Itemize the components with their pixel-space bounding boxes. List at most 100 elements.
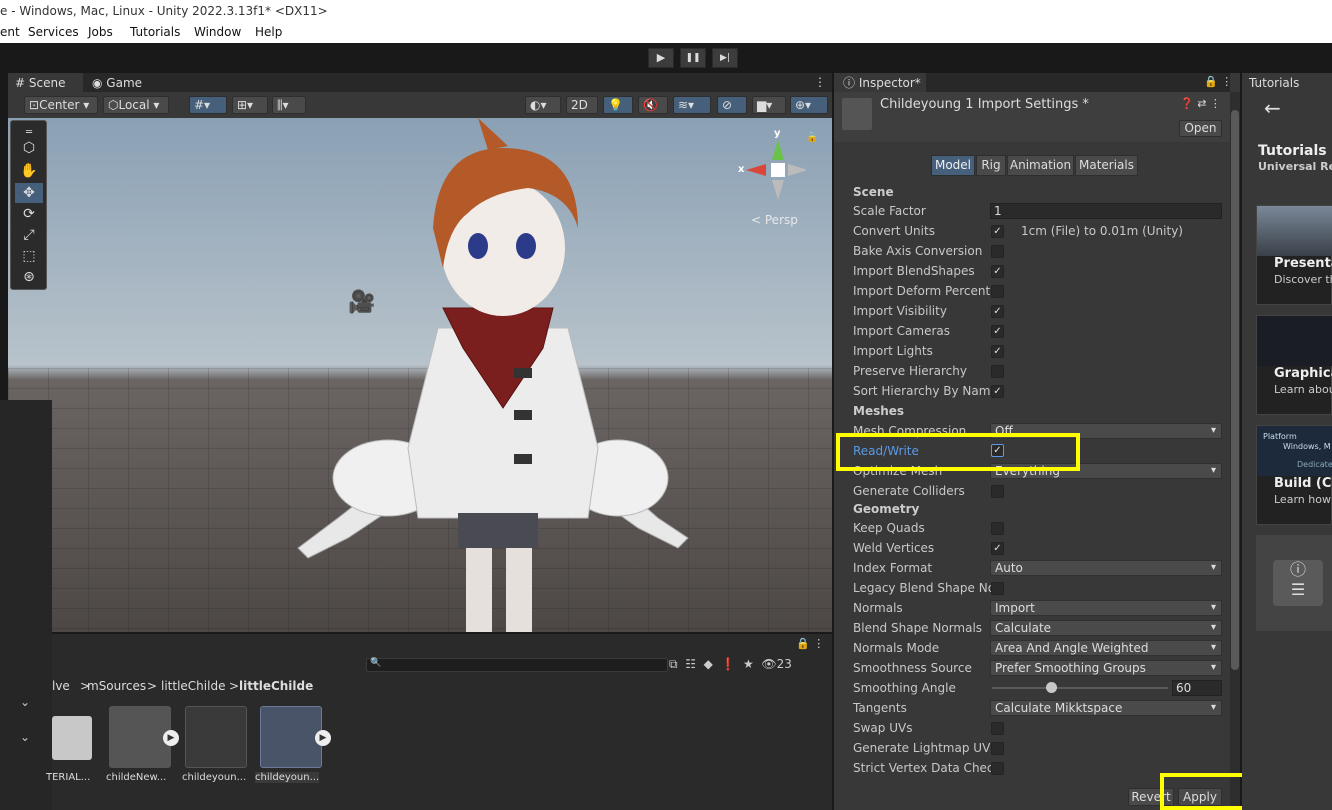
import-blendshapes-checkbox[interactable]: ✓ [991, 265, 1004, 278]
sort-hierarchy-checkbox[interactable]: ✓ [991, 385, 1004, 398]
tab-animation[interactable]: Animation [1007, 155, 1074, 176]
keep-quads-checkbox[interactable] [991, 522, 1004, 535]
breadcrumb-item-2[interactable]: mSources [87, 676, 146, 696]
tab-materials[interactable]: Materials [1075, 155, 1138, 176]
tab-rig[interactable]: Rig [976, 155, 1006, 176]
expand-chevron-icon-2[interactable]: ⌄ [20, 730, 30, 744]
effects-toggle[interactable]: ≋▾ [673, 96, 711, 114]
label-import-blendshapes: Import BlendShapes [853, 264, 975, 278]
play-button[interactable]: ▶ [648, 48, 674, 68]
tutorial-card-3[interactable]: Platform Windows, M Dedicated Build (Co … [1256, 425, 1332, 525]
breadcrumb: lve > mSources > littleChilde > littleCh… [52, 676, 832, 696]
menu-jobs[interactable]: Jobs [88, 22, 113, 43]
asset-thumb-childeyoung-mesh[interactable] [185, 706, 247, 768]
index-format-dropdown[interactable]: Auto [990, 560, 1222, 576]
lightmap-uvs-checkbox[interactable] [991, 742, 1004, 755]
lock-icon[interactable]: 🔒 [806, 132, 818, 143]
tab-inspector-label: Inspector* [858, 76, 921, 90]
project-search-input[interactable]: 🔍 [366, 658, 668, 672]
breadcrumb-item-3[interactable]: littleChilde [161, 676, 225, 696]
scale-tool-icon[interactable]: ⤢ [15, 225, 43, 245]
breadcrumb-item-1[interactable]: lve [52, 676, 70, 696]
move-tool-icon[interactable]: ✥ [15, 183, 43, 203]
swap-uvs-checkbox[interactable] [991, 722, 1004, 735]
menu-services[interactable]: Services [28, 22, 79, 43]
inspector-scroll-thumb[interactable] [1231, 110, 1239, 670]
pause-button[interactable]: ❚❚ [680, 48, 706, 68]
inspector-lock-icon[interactable]: 🔒 ⋮ [1204, 75, 1232, 88]
space-dropdown[interactable]: ⬡Local ▾ [103, 96, 169, 114]
2d-toggle[interactable]: 2D [566, 96, 598, 114]
play-preview-icon-2[interactable]: ▶ [315, 730, 331, 746]
camera-settings-button[interactable]: ▆▾ [752, 96, 786, 114]
weld-vertices-checkbox[interactable]: ✓ [991, 542, 1004, 555]
lighting-toggle[interactable]: 💡 [603, 96, 633, 114]
menu-ent[interactable]: ent [0, 22, 20, 43]
legacy-blend-checkbox[interactable] [991, 582, 1004, 595]
pivot-dropdown[interactable]: ⊡Center ▾ [24, 96, 98, 114]
tutorial-card-2[interactable]: Graphica Learn abou [1256, 315, 1332, 415]
asset-thumb-childenew[interactable] [109, 706, 171, 768]
blend-normals-dropdown[interactable]: Calculate [990, 620, 1222, 636]
step-button[interactable]: ▶| [712, 48, 738, 68]
convert-units-checkbox[interactable]: ✓ [991, 225, 1004, 238]
camera-gizmo-icon[interactable]: 🎥 [348, 290, 375, 315]
hidden-objects-toggle[interactable]: ⊘ [717, 96, 747, 114]
increment-snap-button[interactable]: ⫼▾ [272, 96, 306, 114]
strict-vertex-checkbox[interactable] [991, 762, 1004, 775]
smoothing-angle-field[interactable]: 60 [1172, 680, 1222, 696]
rotate-tool-icon[interactable]: ⟳ [15, 204, 43, 224]
rect-tool-icon[interactable]: ⬚ [15, 246, 43, 266]
normals-mode-dropdown[interactable]: Area And Angle Weighted [990, 640, 1222, 656]
audio-toggle[interactable]: 🔇 [638, 96, 668, 114]
expand-chevron-icon[interactable]: ⌄ [20, 695, 30, 709]
transform-tool-icon[interactable]: ⊛ [15, 267, 43, 287]
tab-game[interactable]: ◉ Game [92, 74, 142, 92]
tab-tutorials[interactable]: Tutorials [1249, 74, 1299, 92]
tutorial-card-4[interactable]: ⓘ ☰ [1256, 535, 1332, 631]
character-model[interactable] [278, 118, 698, 632]
project-lock-icon[interactable]: 🔒 ⋮ [796, 637, 824, 650]
menu-tutorials[interactable]: Tutorials [130, 22, 180, 43]
grid-snap-button[interactable]: #▾ [189, 96, 227, 114]
label-import-cameras: Import Cameras [853, 324, 950, 338]
smoothing-angle-track[interactable] [992, 687, 1168, 689]
scale-factor-field[interactable]: 1 [990, 203, 1222, 219]
grid-visibility-button[interactable]: ⊞▾ [232, 96, 268, 114]
generate-colliders-checkbox[interactable] [991, 485, 1004, 498]
scene-viewport[interactable]: 🎥 y x 🔒 < Persp [8, 118, 832, 632]
bake-axis-checkbox[interactable] [991, 245, 1004, 258]
smoothness-source-dropdown[interactable]: Prefer Smoothing Groups [990, 660, 1222, 676]
orientation-gizmo[interactable] [736, 128, 806, 208]
smoothing-angle-handle[interactable] [1046, 682, 1057, 693]
hand-tool-icon[interactable]: ✋ [15, 161, 43, 181]
model-icon [842, 98, 872, 130]
menu-window[interactable]: Window [194, 22, 241, 43]
back-arrow-icon[interactable]: ← [1264, 96, 1281, 120]
normals-dropdown[interactable]: Import [990, 600, 1222, 616]
preserve-hierarchy-checkbox[interactable] [991, 365, 1004, 378]
import-deform-checkbox[interactable] [991, 285, 1004, 298]
scene-menu-icon[interactable]: ⋮ [814, 75, 826, 89]
gizmos-button[interactable]: ⊕▾ [790, 96, 828, 114]
menu-help[interactable]: Help [255, 22, 282, 43]
tutorial-card-1[interactable]: Presenta Discover th [1256, 205, 1332, 305]
open-button[interactable]: Open [1179, 120, 1222, 137]
folder-icon[interactable] [52, 716, 92, 760]
persp-label[interactable]: < Persp [751, 213, 798, 227]
tangents-dropdown[interactable]: Calculate Mikktspace [990, 700, 1222, 716]
import-lights-checkbox[interactable]: ✓ [991, 345, 1004, 358]
asset-thumb-childeyoung-selected[interactable] [260, 706, 322, 768]
breadcrumb-item-4[interactable]: littleChilde [239, 676, 313, 696]
import-cameras-checkbox[interactable]: ✓ [991, 325, 1004, 338]
tab-inspector[interactable]: ⓘ Inspector* [843, 74, 921, 92]
inspector-header-icons[interactable]: ❓ ⇄ ⋮ [1180, 97, 1221, 110]
label-weld-vertices: Weld Vertices [853, 541, 935, 555]
project-filter-icons[interactable]: ⧉ ☷ ◆ ❗ ★ 👁23 [669, 657, 792, 672]
draw-mode-button[interactable]: ◐▾ [525, 96, 561, 114]
view-tool-cube-icon[interactable]: ⬡ [15, 138, 43, 158]
tab-model[interactable]: Model [931, 155, 975, 176]
import-visibility-checkbox[interactable]: ✓ [991, 305, 1004, 318]
play-preview-icon[interactable]: ▶ [163, 730, 179, 746]
tab-scene[interactable]: # Scene [15, 74, 65, 92]
